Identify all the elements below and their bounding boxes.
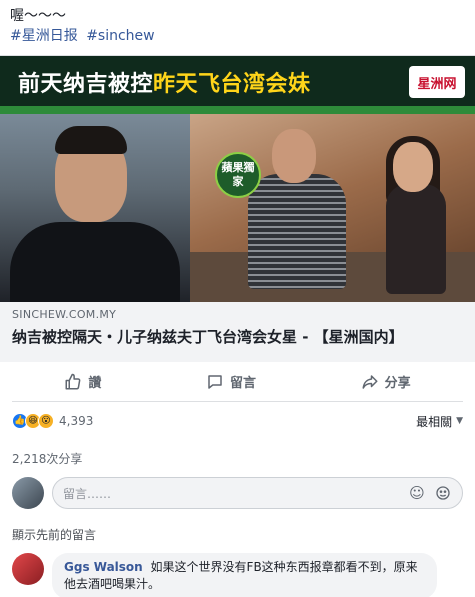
- comment-item: Ggs Walson 如果这个世界没有FB这种东西报章都看不到，原来他去酒吧喝果…: [12, 553, 463, 597]
- comment-composer: 留言…… ☺: [12, 476, 463, 510]
- article-photo: 蘋果獨家: [0, 114, 475, 302]
- banner-title-highlight: 昨天飞台湾会妹: [153, 72, 311, 97]
- hashtag-sinchew-daily[interactable]: #星洲日报: [10, 28, 78, 44]
- share-count[interactable]: 2,218次分享: [12, 450, 82, 467]
- emoji-icon[interactable]: ☺: [408, 484, 426, 502]
- comment-input[interactable]: 留言…… ☺: [52, 477, 463, 509]
- link-meta[interactable]: SINCHEW.COM.MY 纳吉被控隔天・儿子纳兹夫丁飞台湾会女星 - 【星洲…: [0, 302, 475, 362]
- link-domain: SINCHEW.COM.MY: [12, 308, 117, 321]
- brand-logo: 星洲网: [409, 66, 465, 98]
- post-hashtags: #星洲日报 #sinchew: [10, 26, 159, 46]
- banner-title-plain: 前天纳吉被控: [18, 72, 154, 97]
- link-preview-card[interactable]: 前天纳吉被控昨天飞台湾会妹 星洲网 蘋果獨家 SINCHEW.COM.MY 纳吉…: [0, 55, 475, 362]
- reaction-summary[interactable]: 👍 😆 😮 4,393: [12, 413, 93, 429]
- photo-left-portrait: [0, 114, 190, 302]
- hashtag-sinchew[interactable]: #sinchew: [86, 28, 154, 44]
- banner-title: 前天纳吉被控昨天飞台湾会妹: [18, 66, 311, 98]
- comment-author[interactable]: Ggs Walson: [64, 560, 143, 574]
- post-message: 喔～～～: [10, 8, 66, 24]
- banner-stripe: [0, 106, 475, 114]
- like-label: 讚: [88, 376, 102, 391]
- reactions-row: 👍 😆 😮 4,393 最相關 ▼: [12, 410, 463, 432]
- share-arrow-icon: [362, 374, 378, 389]
- share-button[interactable]: 分享: [345, 368, 427, 395]
- reaction-count: 4,393: [59, 414, 94, 428]
- post-text: 喔～～～ #星洲日报 #sinchew: [10, 6, 159, 46]
- caret-down-icon: ▼: [456, 416, 463, 426]
- comment-placeholder: 留言……: [63, 486, 112, 501]
- comment-icon: [208, 374, 222, 389]
- comment-label: 留言: [229, 376, 256, 391]
- sort-label: 最相關: [416, 414, 453, 429]
- photo-right-scene: 蘋果獨家: [190, 114, 475, 302]
- link-title[interactable]: 纳吉被控隔天・儿子纳兹夫丁飞台湾会女星 - 【星洲国内】: [12, 327, 463, 347]
- post-action-bar: 讚 留言 分享: [12, 368, 463, 402]
- like-button[interactable]: 讚: [48, 368, 117, 395]
- comment-bubble: Ggs Walson 如果这个世界没有FB这种东西报章都看不到，原来他去酒吧喝果…: [52, 553, 437, 597]
- comment-sort-dropdown[interactable]: 最相關 ▼: [416, 413, 463, 430]
- share-label: 分享: [384, 376, 411, 391]
- wow-icon: 😮: [38, 413, 54, 429]
- view-previous-comments-link[interactable]: 顯示先前的留言: [12, 526, 96, 543]
- article-banner: 前天纳吉被控昨天飞台湾会妹 星洲网: [0, 56, 475, 114]
- sticker-icon[interactable]: [434, 484, 452, 502]
- commenter-avatar[interactable]: [12, 553, 44, 585]
- thumbs-up-icon: [65, 373, 81, 389]
- exclusive-badge: 蘋果獨家: [215, 152, 261, 198]
- current-user-avatar: [12, 477, 44, 509]
- comment-button[interactable]: 留言: [190, 368, 272, 395]
